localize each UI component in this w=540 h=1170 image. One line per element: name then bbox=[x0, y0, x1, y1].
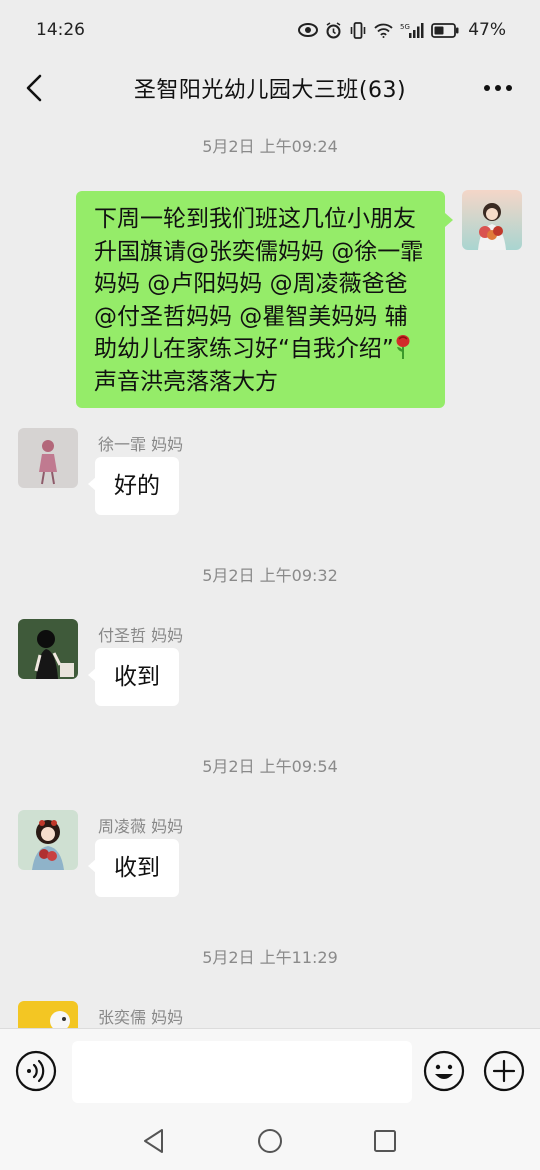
emoji-button[interactable] bbox=[423, 1050, 465, 1092]
svg-text:5G: 5G bbox=[400, 23, 410, 31]
more-horizontal-icon bbox=[484, 85, 512, 91]
nav-back-button[interactable] bbox=[139, 1126, 169, 1156]
avatar-image bbox=[18, 810, 78, 870]
system-nav-bar bbox=[0, 1112, 540, 1170]
avatar-image bbox=[18, 1001, 78, 1028]
message-text: 收到 bbox=[114, 855, 160, 881]
chat-header: 圣智阳光幼儿园大三班(63) bbox=[0, 60, 540, 116]
nav-recents-button[interactable] bbox=[370, 1126, 400, 1156]
message-input[interactable] bbox=[72, 1041, 412, 1103]
chat-messages[interactable]: 5月2日 上午09:24 下周一轮到我们班这几位小朋友升国旗请@张奕儒妈妈 @徐… bbox=[0, 116, 540, 1028]
plus-button[interactable] bbox=[483, 1050, 525, 1092]
signal-5g-icon: 5G bbox=[400, 22, 424, 38]
rose-emoji-icon bbox=[396, 335, 410, 359]
timestamp: 5月2日 上午09:54 bbox=[202, 757, 338, 776]
more-button[interactable] bbox=[478, 72, 518, 104]
sender-name: 周凌薇 妈妈 bbox=[98, 817, 184, 836]
eye-icon bbox=[298, 23, 319, 37]
back-triangle-icon bbox=[144, 1129, 163, 1153]
timestamp: 5月2日 上午09:24 bbox=[202, 137, 338, 156]
alarm-icon bbox=[326, 21, 341, 38]
incoming-message-bubble[interactable]: 收到 bbox=[88, 839, 179, 897]
plus-icon bbox=[483, 1050, 525, 1092]
message-text-continued: 声音洪亮落落大方 bbox=[94, 368, 278, 395]
incoming-message-bubble[interactable]: 好的 bbox=[88, 457, 179, 515]
timestamp: 5月2日 上午11:29 bbox=[202, 948, 338, 967]
timestamp: 5月2日 上午09:32 bbox=[202, 566, 338, 585]
message-text: 好的 bbox=[114, 473, 160, 499]
sender-name: 付圣哲 妈妈 bbox=[98, 626, 184, 645]
voice-icon bbox=[15, 1050, 57, 1092]
battery-percent: 47% bbox=[468, 20, 506, 40]
sender-name: 张奕儒 妈妈 bbox=[98, 1008, 184, 1027]
chevron-left-icon bbox=[26, 74, 42, 102]
my-avatar[interactable] bbox=[462, 190, 522, 250]
message-text: 下周一轮到我们班这几位小朋友升国旗请@张奕儒妈妈 @徐一霏妈妈 @卢阳妈妈 @周… bbox=[94, 206, 424, 362]
status-time: 14:26 bbox=[36, 20, 85, 40]
avatar-image bbox=[18, 619, 78, 679]
back-button[interactable] bbox=[18, 72, 50, 104]
recents-square-icon bbox=[374, 1130, 396, 1152]
avatar-image bbox=[462, 190, 522, 250]
nav-home-button[interactable] bbox=[255, 1126, 285, 1156]
sender-avatar[interactable] bbox=[18, 428, 78, 488]
battery-icon bbox=[431, 22, 459, 38]
vibrate-icon bbox=[350, 21, 366, 39]
emoji-icon bbox=[423, 1050, 465, 1092]
outgoing-message-bubble[interactable]: 下周一轮到我们班这几位小朋友升国旗请@张奕儒妈妈 @徐一霏妈妈 @卢阳妈妈 @周… bbox=[76, 191, 453, 408]
sender-avatar[interactable] bbox=[18, 810, 78, 870]
voice-button[interactable] bbox=[15, 1050, 57, 1092]
input-bar bbox=[0, 1028, 540, 1113]
sender-avatar[interactable] bbox=[18, 619, 78, 679]
incoming-message-bubble[interactable]: 收到 bbox=[88, 648, 179, 706]
wifi-icon bbox=[374, 23, 393, 38]
status-bar: 14:26 5G 47% bbox=[0, 0, 540, 60]
sender-name: 徐一霏 妈妈 bbox=[98, 435, 184, 454]
status-icons: 5G 47% bbox=[298, 20, 506, 40]
avatar-image bbox=[18, 428, 78, 488]
message-text: 收到 bbox=[114, 664, 160, 690]
chat-title: 圣智阳光幼儿园大三班(63) bbox=[133, 78, 407, 103]
sender-avatar[interactable] bbox=[18, 1001, 78, 1028]
home-circle-icon bbox=[258, 1129, 282, 1153]
